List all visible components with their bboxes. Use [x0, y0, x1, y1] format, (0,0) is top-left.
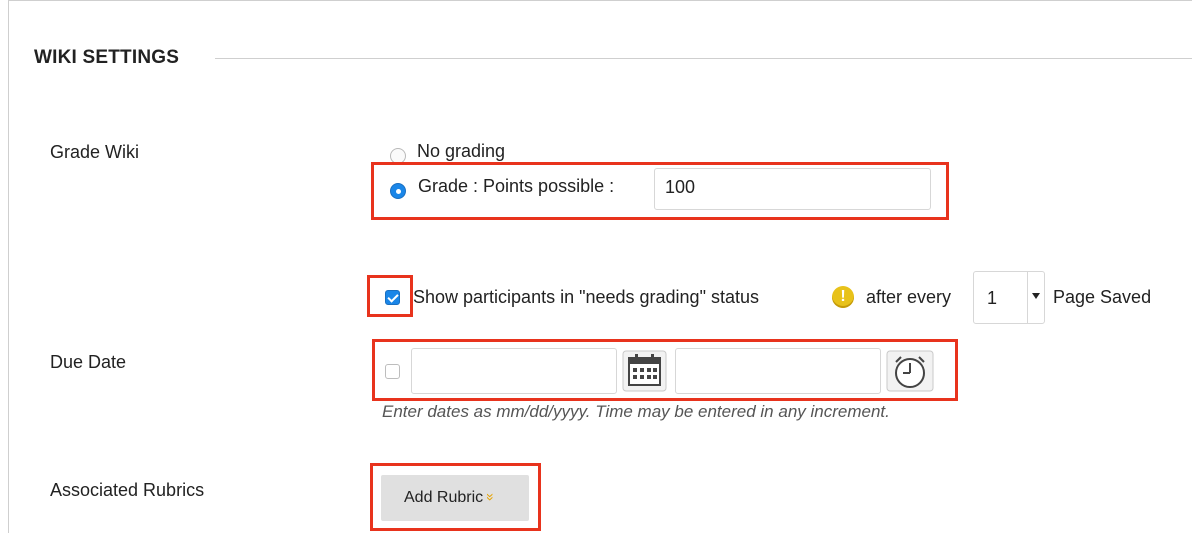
section-divider [215, 58, 1192, 59]
warning-icon: ! [832, 286, 854, 308]
settings-panel [8, 0, 1192, 533]
add-rubric-label: Add Rubric [404, 489, 484, 506]
chevron-double-down-icon: » [483, 493, 500, 501]
needs-grading-count-value: 1 [987, 288, 998, 308]
needs-grading-checkbox[interactable] [385, 290, 400, 305]
clock-icon[interactable] [886, 350, 934, 392]
associated-rubrics-label: Associated Rubrics [50, 480, 205, 500]
needs-grading-count-select[interactable]: 1 [973, 271, 1045, 324]
section-title: WIKI SETTINGS [34, 47, 192, 69]
due-date-hint: Enter dates as mm/dd/yyyy. Time may be e… [382, 402, 890, 421]
page-saved-text: Page Saved [1053, 287, 1152, 307]
needs-grading-text: Show participants in "needs grading" sta… [413, 287, 759, 307]
no-grading-label: No grading [417, 141, 506, 161]
add-rubric-button[interactable]: Add Rubric» [381, 475, 529, 521]
due-date-label: Due Date [50, 352, 127, 372]
after-every-text: after every [866, 287, 952, 307]
grade-wiki-label: Grade Wiki [50, 142, 140, 162]
due-date-input[interactable] [411, 348, 617, 394]
due-date-enable-checkbox[interactable] [385, 364, 400, 379]
points-possible-input[interactable]: 100 [654, 168, 931, 210]
grade-points-label: Grade : Points possible : [418, 176, 615, 196]
due-time-input[interactable] [675, 348, 881, 394]
no-grading-radio[interactable] [390, 148, 406, 164]
grade-points-radio[interactable] [390, 183, 406, 199]
calendar-icon[interactable] [622, 350, 667, 392]
chevron-down-icon [1027, 272, 1044, 323]
